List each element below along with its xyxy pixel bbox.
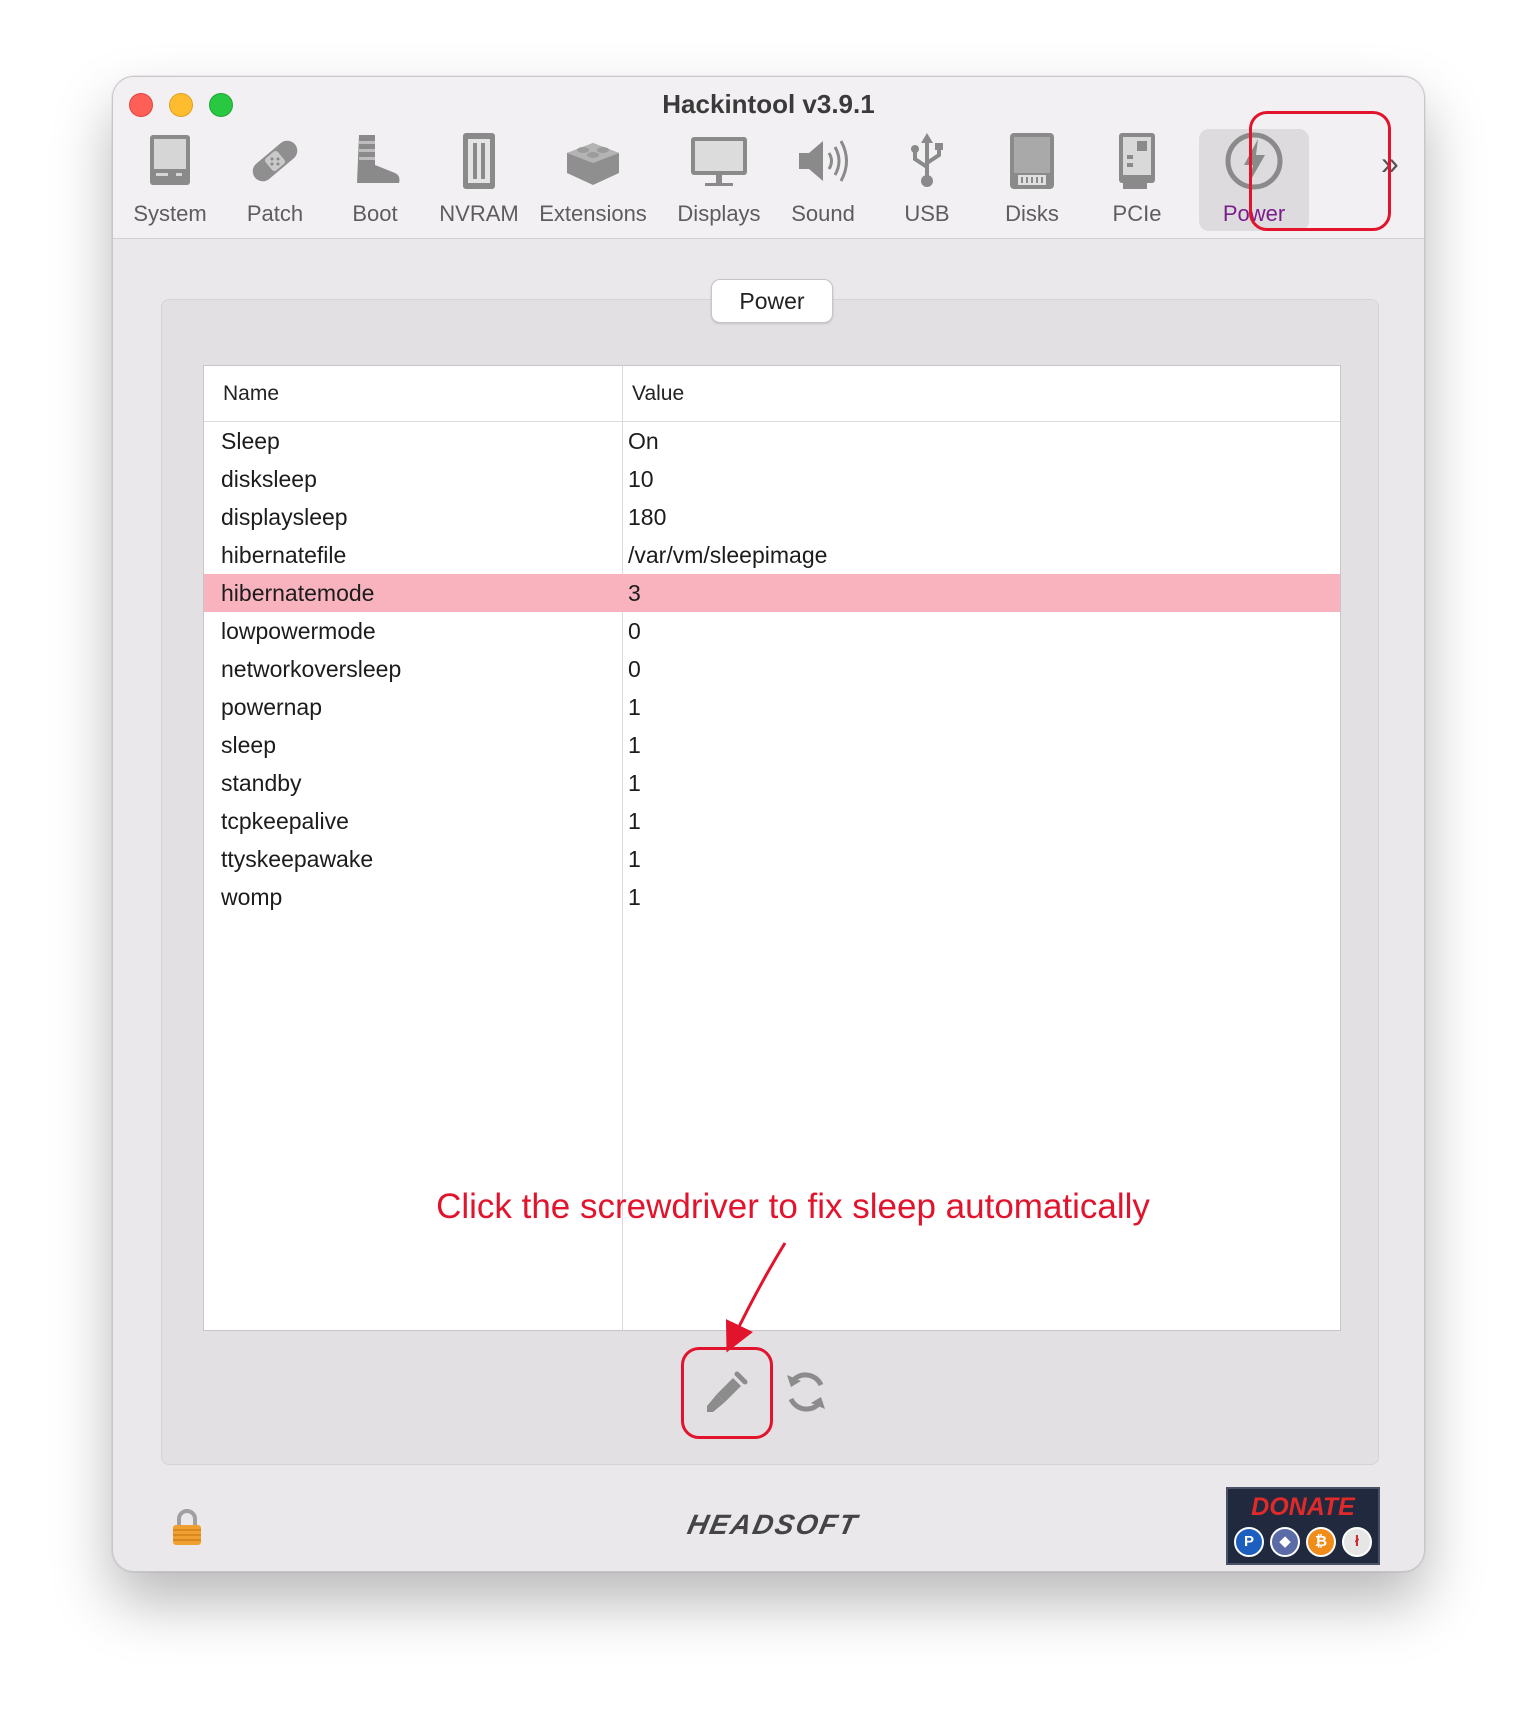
cell-name: displaysleep [221,504,348,530]
toolbar-item-extensions[interactable]: Extensions [533,129,653,231]
refresh-button[interactable] [779,1365,833,1419]
toolbar-label-system: System [133,201,207,226]
cell-value: 1 [628,846,641,872]
toolbar-label-boot: Boot [352,201,398,226]
nvram-chip-icon [463,133,495,189]
cell-value: 0 [628,656,641,682]
titlebar: Hackintool v3.9.1 System Patch Boot NVRA… [113,77,1424,239]
toolbar-label-patch: Patch [246,201,304,226]
toolbar-label-usb: USB [904,201,950,226]
table-row[interactable]: hibernatefile /var/vm/sleepimage [204,536,1340,574]
hackintool-window: Hackintool v3.9.1 System Patch Boot NVRA… [112,76,1425,1572]
toolbar-label-nvram: NVRAM [439,201,519,226]
patch-bandage-icon [252,140,298,182]
cell-name: powernap [221,694,323,720]
litecoin-icon: ł [1342,1527,1372,1557]
table-row[interactable]: disksleep 10 [204,460,1340,498]
power-bolt-icon [1225,132,1283,190]
cell-name: lowpowermode [221,618,376,644]
table-row[interactable]: standby 1 [204,764,1340,802]
table-row[interactable]: displaysleep 180 [204,498,1340,536]
toolbar-label-sound: Sound [791,201,855,226]
cell-name: networkoversleep [221,656,402,682]
table-row[interactable]: powernap 1 [204,688,1340,726]
monitor-icon [691,137,747,186]
toolbar-label-pcie: PCIe [1112,201,1162,226]
fix-sleep-button[interactable] [700,1365,754,1419]
table-row[interactable]: lowpowermode 0 [204,612,1340,650]
toolbar-item-nvram[interactable]: NVRAM [429,129,529,231]
section-tab-power[interactable]: Power [711,279,833,323]
cell-value: 180 [628,504,667,530]
pcie-card-icon [1119,133,1155,189]
donate-label: DONATE [1251,1493,1355,1521]
cell-value: On [628,428,659,454]
column-header-value[interactable]: Value [632,382,684,406]
table-row[interactable]: sleep 1 [204,726,1340,764]
system-icon [150,135,190,185]
toolbar-item-patch[interactable]: Patch [235,129,315,231]
toolbar-label-disks: Disks [1005,201,1059,226]
toolbar-item-power[interactable]: Power [1199,129,1309,231]
lock-button[interactable] [171,1507,203,1547]
donate-button[interactable]: DONATE P ◆ ₿ ł [1226,1487,1380,1565]
cell-value: 1 [628,732,641,758]
toolbar-item-displays[interactable]: Displays [667,129,771,231]
lego-brick-icon [567,143,619,185]
cell-name: standby [221,770,302,796]
table-row[interactable]: womp 1 [204,878,1340,916]
table-header: Name Value [204,366,1340,422]
lock-icon [173,1509,201,1545]
bitcoin-icon: ₿ [1306,1527,1336,1557]
cell-name: tcpkeepalive [221,808,349,834]
cell-value: 1 [628,884,641,910]
cell-value: 1 [628,770,641,796]
boot-icon [357,135,400,183]
toolbar-label-displays: Displays [677,201,761,226]
toolbar-label-power: Power [1222,201,1286,226]
table-row[interactable]: ttyskeepawake 1 [204,840,1340,878]
toolbar-item-system[interactable]: System [125,129,215,231]
table-row-selected[interactable]: hibernatemode 3 [204,574,1340,612]
cell-value: 1 [628,808,641,834]
speaker-icon [799,140,848,182]
usb-icon [911,133,943,187]
disk-icon [1010,133,1054,189]
cell-name: sleep [221,732,276,758]
cell-name: Sleep [221,428,280,454]
toolbar-item-usb[interactable]: USB [887,129,967,231]
cell-value: 10 [628,466,654,492]
toolbar-item-boot[interactable]: Boot [335,129,415,231]
table-row[interactable]: tcpkeepalive 1 [204,802,1340,840]
toolbar-item-pcie[interactable]: PCIe [1097,129,1177,231]
cell-value: 1 [628,694,641,720]
cell-name: hibernatemode [221,580,375,606]
cell-name: hibernatefile [221,542,347,568]
toolbar-overflow-chevron-icon[interactable]: » [1381,145,1399,182]
cell-value: /var/vm/sleepimage [628,542,828,568]
table-row[interactable]: Sleep On [204,422,1340,460]
ethereum-icon: ◆ [1270,1527,1300,1557]
table-row[interactable]: networkoversleep 0 [204,650,1340,688]
annotation-text: Click the screwdriver to fix sleep autom… [436,1187,1150,1226]
cell-name: ttyskeepawake [221,846,374,872]
column-header-name[interactable]: Name [223,382,279,406]
cell-value: 3 [628,580,641,606]
screwdriver-icon [707,1371,748,1412]
cell-name: disksleep [221,466,317,492]
window-title: Hackintool v3.9.1 [662,89,875,119]
refresh-icon [787,1372,825,1412]
toolbar-item-sound[interactable]: Sound [773,129,873,231]
paypal-icon: P [1234,1527,1264,1557]
headsoft-logo[interactable]: HEADSOFT [610,1509,937,1541]
toolbar-item-disks[interactable]: Disks [987,129,1077,231]
cell-name: womp [221,884,283,910]
cell-value: 0 [628,618,641,644]
toolbar-label-extensions: Extensions [539,201,647,226]
